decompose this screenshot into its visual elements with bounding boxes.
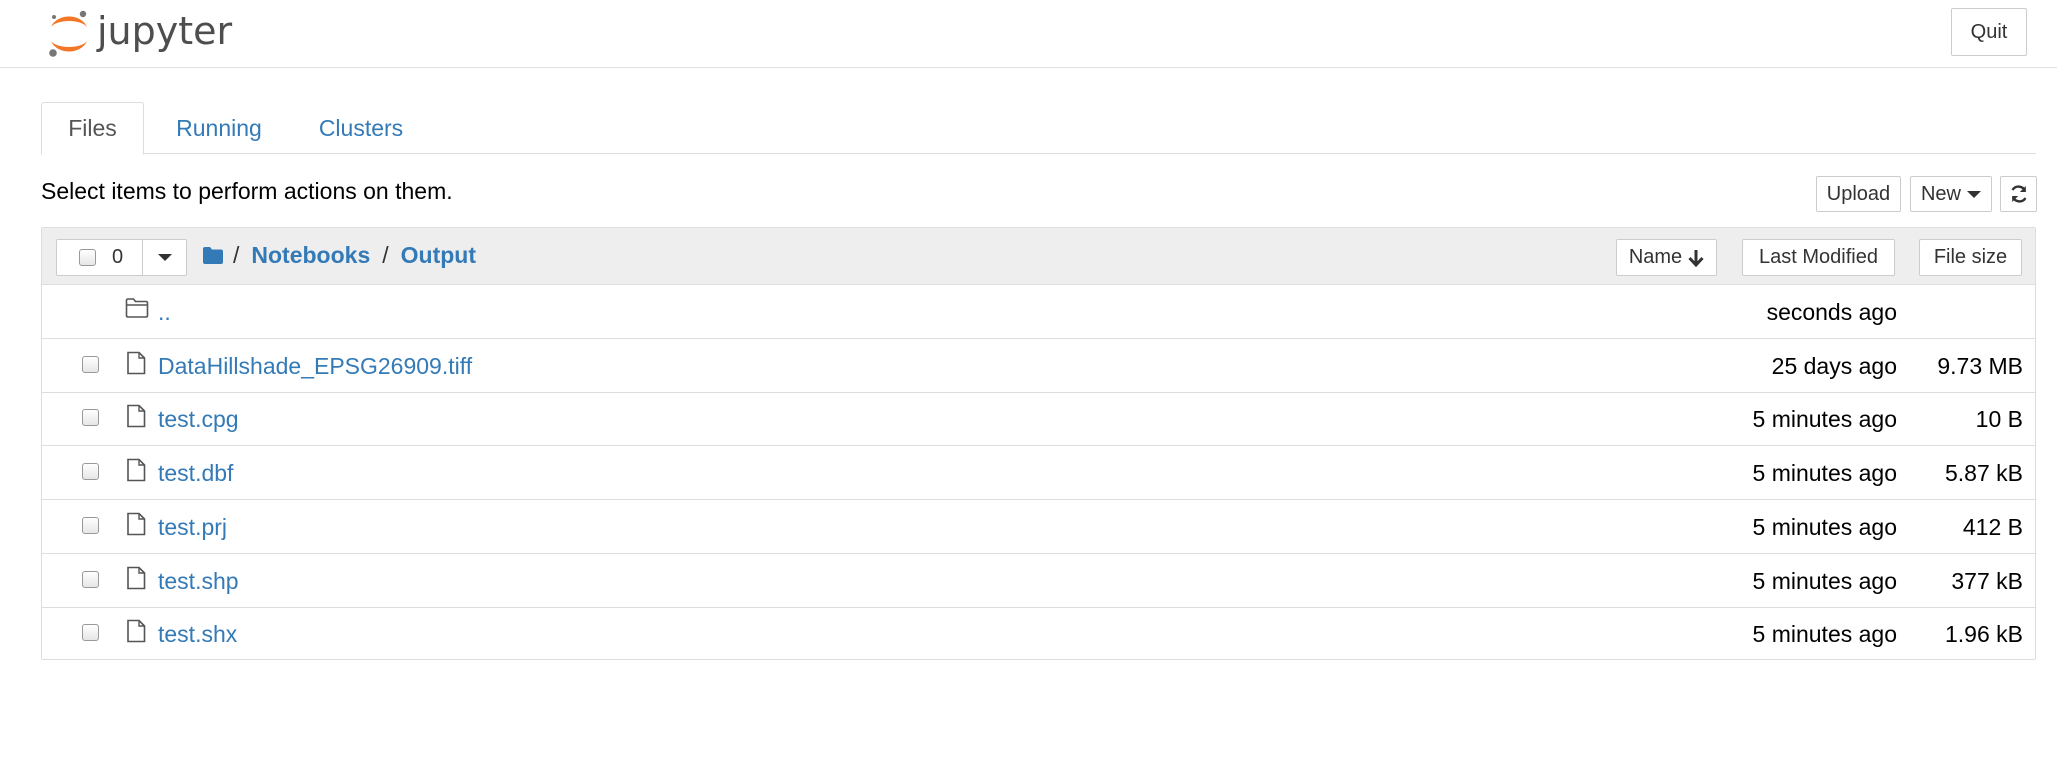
file-size: 377 kB [1951, 568, 2023, 594]
selected-count: 0 [112, 246, 124, 268]
folder-open-icon [125, 298, 149, 318]
list-item[interactable]: DataHillshade_EPSG26909.tiff 25 days ago… [42, 339, 2035, 393]
new-dropdown-button[interactable]: New [1910, 176, 1992, 212]
caret-down-icon [1967, 190, 1981, 198]
tab-bar: Files Running Clusters [41, 102, 2036, 155]
quit-button[interactable]: Quit [1951, 8, 2027, 56]
file-size: 412 B [1962, 514, 2023, 540]
arrow-down-icon [1688, 249, 1704, 267]
list-item[interactable]: test.shp 5 minutes ago 377 kB [42, 554, 2035, 608]
file-icon [127, 351, 146, 375]
breadcrumb-output[interactable]: Output [401, 242, 476, 269]
row-checkbox[interactable] [82, 356, 99, 373]
file-modified: seconds ago [1766, 299, 1897, 325]
file-name-link[interactable]: DataHillshade_EPSG26909.tiff [158, 353, 472, 380]
file-modified: 5 minutes ago [1752, 460, 1897, 486]
new-button-label: New [1920, 182, 1961, 205]
selection-hint: Select items to perform actions on them. [41, 178, 453, 204]
file-size: 9.73 MB [1937, 353, 2023, 379]
list-item[interactable]: test.dbf 5 minutes ago 5.87 kB [42, 446, 2035, 500]
select-menu-toggle[interactable] [143, 240, 186, 275]
file-modified: 5 minutes ago [1752, 514, 1897, 540]
logo-wordmark: jupyter [97, 9, 233, 53]
file-list-header: 0 / Notebooks / Output Name Last Modifie… [42, 228, 2035, 285]
file-modified: 5 minutes ago [1752, 621, 1897, 647]
row-checkbox[interactable] [82, 409, 99, 426]
tab-files[interactable]: Files [41, 102, 144, 155]
caret-down-icon [157, 254, 172, 261]
file-name-link[interactable]: test.cpg [158, 406, 239, 433]
list-item[interactable]: test.prj 5 minutes ago 412 B [42, 500, 2035, 554]
file-list-panel: 0 / Notebooks / Output Name Last Modifie… [41, 227, 2036, 660]
file-size: 10 B [1975, 406, 2023, 432]
header-bar: jupyter Quit [0, 0, 2057, 68]
file-modified: 25 days ago [1771, 353, 1897, 379]
upload-button[interactable]: Upload [1816, 176, 1901, 212]
file-modified: 5 minutes ago [1752, 568, 1897, 594]
folder-icon[interactable] [202, 246, 224, 265]
refresh-icon [2010, 185, 2027, 203]
breadcrumb-separator: / [382, 242, 389, 268]
list-item[interactable]: test.shx 5 minutes ago 1.96 kB [42, 607, 2035, 661]
file-name-link[interactable]: test.shp [158, 568, 239, 595]
breadcrumb-separator: / [233, 242, 240, 268]
row-checkbox[interactable] [82, 624, 99, 641]
file-icon [127, 566, 146, 590]
file-name-link[interactable]: test.dbf [158, 460, 233, 487]
row-checkbox[interactable] [82, 517, 99, 534]
file-icon [127, 619, 146, 643]
file-icon [127, 512, 146, 536]
jupyter-logo[interactable]: jupyter [47, 6, 247, 62]
file-size: 5.87 kB [1945, 460, 2023, 486]
file-name-link[interactable]: .. [158, 299, 171, 326]
list-item-parent-folder[interactable]: .. seconds ago [42, 285, 2035, 339]
breadcrumb: / Notebooks / Output [202, 242, 476, 269]
file-name-link[interactable]: test.shx [158, 621, 237, 648]
row-checkbox[interactable] [82, 571, 99, 588]
file-icon [127, 404, 146, 428]
sort-by-name-button[interactable]: Name [1616, 239, 1717, 276]
select-all-toggle[interactable]: 0 [57, 240, 143, 275]
file-size: 1.96 kB [1945, 621, 2023, 647]
jupyter-logo-icon [49, 10, 87, 57]
sort-name-label: Name [1628, 246, 1683, 268]
select-all-checkbox[interactable] [79, 249, 96, 266]
sort-by-modified-button[interactable]: Last Modified [1742, 239, 1895, 276]
breadcrumb-notebooks[interactable]: Notebooks [251, 242, 370, 269]
list-item[interactable]: test.cpg 5 minutes ago 10 B [42, 392, 2035, 446]
file-name-link[interactable]: test.prj [158, 514, 227, 541]
tab-clusters[interactable]: Clusters [305, 102, 417, 154]
row-checkbox[interactable] [82, 463, 99, 480]
sort-by-size-button[interactable]: File size [1919, 239, 2022, 276]
file-modified: 5 minutes ago [1752, 406, 1897, 432]
file-icon [127, 458, 146, 482]
select-all-control: 0 [56, 239, 187, 276]
refresh-button[interactable] [2000, 176, 2037, 212]
tab-running[interactable]: Running [162, 102, 276, 154]
